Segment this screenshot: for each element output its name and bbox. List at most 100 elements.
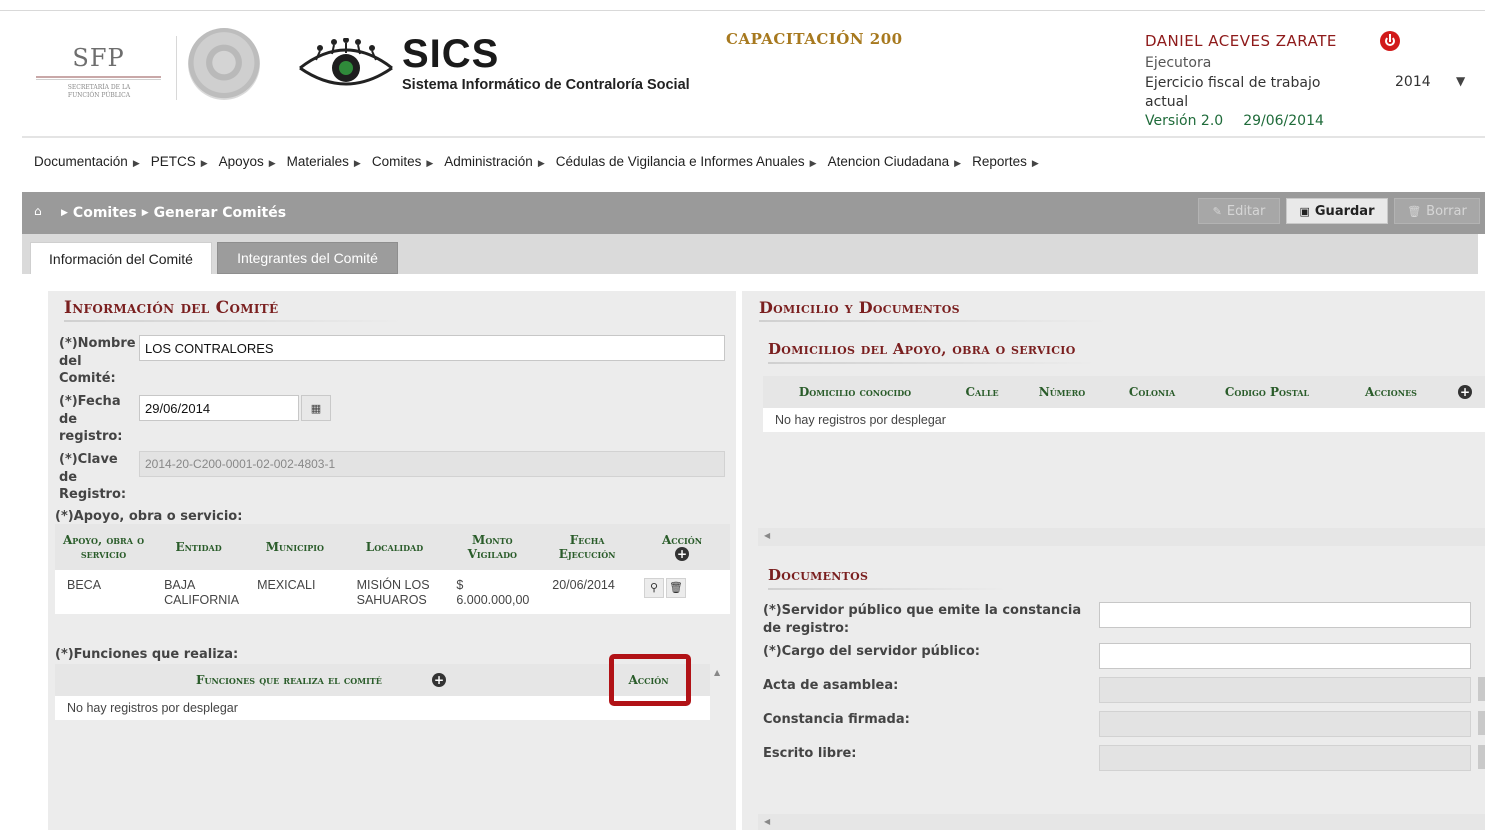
app-name: SICS <box>402 32 500 76</box>
horizontal-scrollbar-bottom[interactable]: ◀ <box>758 814 1485 830</box>
menu-item-apoyos[interactable]: Apoyos ▶ <box>219 154 276 169</box>
escrito-label: Escrito libre: <box>763 746 857 761</box>
breadcrumb-arrow-icon: ▶ <box>141 208 149 218</box>
menu-item-label: Cédulas de Vigilancia e Informes Anuales <box>555 154 805 169</box>
apoyo-label: (*)Apoyo, obra o servicio: <box>55 509 243 524</box>
section-title-informacion: Información del Comité <box>64 298 279 318</box>
menu-item-label: PETCS <box>150 154 196 169</box>
section-underline <box>768 362 1098 364</box>
col-accion: Acción + <box>633 524 730 570</box>
clave-label: (*)Clave de Registro: <box>59 452 127 502</box>
cell-entidad: BAJA CALIFORNIA <box>152 570 246 614</box>
menu-arrow-icon: ▶ <box>537 158 545 168</box>
acta-label: Acta de asamblea: <box>763 678 899 693</box>
menu-item-label: Reportes <box>972 154 1027 169</box>
search-icon[interactable]: ⚲ <box>643 578 664 598</box>
clave-field[interactable]: 2014-20-C200-0001-02-002-4803-1 <box>139 451 725 477</box>
menu-item-atencion[interactable]: Atencion Ciudadana ▶ <box>828 154 962 169</box>
fecha-field[interactable]: 29/06/2014 <box>139 395 299 421</box>
table-row: BECA BAJA CALIFORNIA MEXICALI MISIÓN LOS… <box>55 570 730 614</box>
scroll-up-icon[interactable]: ▲ <box>714 668 720 677</box>
menu-item-label: Apoyos <box>218 154 264 169</box>
nombre-field[interactable]: LOS CONTRALORES <box>139 335 725 361</box>
menu-item-documentacion[interactable]: Documentación ▶ <box>34 154 140 169</box>
constancia-browse-button[interactable] <box>1478 711 1485 735</box>
breadcrumb: ▶ Comites ▶ Generar Comités <box>56 205 286 221</box>
plus-icon[interactable]: + <box>674 547 689 561</box>
fiscal-year-value[interactable]: 2014 <box>1395 74 1431 90</box>
menu-item-administracion[interactable]: Administración ▶ <box>444 154 544 169</box>
sfp-logo-subtitle: SECRETARÍA DE LA FUNCIÓN PÚBLICA <box>67 84 131 99</box>
sfp-logo-line <box>36 76 161 78</box>
save-icon: ▣ <box>1299 204 1310 218</box>
col-acciones: Acciones <box>1337 376 1445 408</box>
user-name: DANIEL ACEVES ZARATE <box>1145 32 1337 50</box>
pencil-icon: ✎ <box>1212 204 1222 218</box>
horizontal-scrollbar[interactable]: ◀ <box>758 528 1485 546</box>
domicilios-empty-message: No hay registros por desplegar <box>763 408 1485 432</box>
cell-accion: ⚲ 🗑 <box>633 570 730 614</box>
menu-item-materiales[interactable]: Materiales ▶ <box>287 154 361 169</box>
app-fullname: Sistema Informático de Contraloría Socia… <box>402 77 690 93</box>
plus-icon[interactable]: + <box>432 673 447 687</box>
cell-apoyo: BECA <box>55 570 153 614</box>
scroll-left-icon[interactable]: ◀ <box>764 817 770 826</box>
menu-item-label: Documentación <box>34 154 128 169</box>
delete-button[interactable]: 🗑 Borrar <box>1394 198 1480 224</box>
calendar-icon[interactable]: ▦ <box>301 395 331 421</box>
section-title-domicilio: Domicilio y Documentos <box>759 298 960 317</box>
scroll-left-icon[interactable]: ◀ <box>764 531 770 540</box>
col-funciones: Funciones que realiza el comité + <box>55 664 587 696</box>
menu-item-label: Atencion Ciudadana <box>827 154 950 169</box>
tab-integrantes-comite[interactable]: Integrantes del Comité <box>217 242 398 274</box>
servidor-label: (*)Servidor público que emite la constan… <box>763 603 1082 636</box>
servidor-field[interactable] <box>1099 602 1471 628</box>
accion-highlight-box <box>609 654 691 706</box>
acta-browse-button[interactable] <box>1478 677 1485 701</box>
funciones-label: (*)Funciones que realiza: <box>55 647 239 662</box>
menu-arrow-icon: ▶ <box>426 158 434 168</box>
menu-item-label: Comites <box>371 154 422 169</box>
apoyo-table-header: Apoyo, obra o servicio Entidad Municipio… <box>55 524 730 570</box>
trash-icon[interactable]: 🗑 <box>665 578 686 598</box>
menu-item-cedulas[interactable]: Cédulas de Vigilancia e Informes Anuales… <box>556 154 817 169</box>
menu-arrow-icon: ▶ <box>954 158 962 168</box>
col-add: + <box>1445 376 1485 408</box>
menu-item-comites[interactable]: Comites ▶ <box>372 154 433 169</box>
plus-icon[interactable]: + <box>1458 385 1472 399</box>
constancia-label: Constancia firmada: <box>763 712 910 727</box>
cargo-field[interactable] <box>1099 643 1471 669</box>
version-info: Versión 2.0 29/06/2014 <box>1145 113 1344 129</box>
acta-file-field[interactable] <box>1099 677 1471 703</box>
user-role: Ejecutora <box>1145 55 1212 71</box>
constancia-file-field[interactable] <box>1099 711 1471 737</box>
save-button-label: Guardar <box>1314 203 1375 219</box>
col-municipio: Municipio <box>245 524 345 570</box>
power-icon[interactable] <box>1380 31 1400 51</box>
vertical-scrollbar[interactable]: ▲ <box>710 664 726 830</box>
section-title-documentos: Documentos <box>768 566 869 584</box>
top-divider <box>0 10 1485 11</box>
menu-item-petcs[interactable]: PETCS ▶ <box>151 154 208 169</box>
breadcrumb-item-comites[interactable]: Comites <box>73 205 137 221</box>
chevron-down-icon[interactable]: ▼ <box>1456 74 1465 88</box>
section-underline <box>759 320 1109 322</box>
col-fecha: Fecha Ejecución <box>540 524 634 570</box>
sfp-logo: SFP SECRETARÍA DE LA FUNCIÓN PÚBLICA <box>36 44 164 104</box>
escrito-file-field[interactable] <box>1099 745 1471 771</box>
escrito-browse-button[interactable] <box>1478 745 1485 769</box>
edit-button[interactable]: ✎ Editar <box>1198 198 1280 224</box>
home-icon[interactable]: ⌂ <box>34 204 42 218</box>
save-button[interactable]: ▣ Guardar <box>1286 198 1388 224</box>
menu-arrow-icon: ▶ <box>200 158 208 168</box>
cell-localidad: MISIÓN LOS SAHUAROS <box>344 570 445 614</box>
version-date: 29/06/2014 <box>1243 113 1324 129</box>
menu-item-reportes[interactable]: Reportes ▶ <box>972 154 1039 169</box>
logo-divider <box>176 36 177 100</box>
tab-informacion-comite[interactable]: Información del Comité <box>30 242 212 274</box>
sfp-logo-text: SFP <box>72 44 125 72</box>
section-underline <box>768 588 1008 590</box>
breadcrumb-item-generar: Generar Comités <box>153 205 287 221</box>
sics-eye-logo <box>299 38 393 86</box>
menu-arrow-icon: ▶ <box>1031 158 1039 168</box>
